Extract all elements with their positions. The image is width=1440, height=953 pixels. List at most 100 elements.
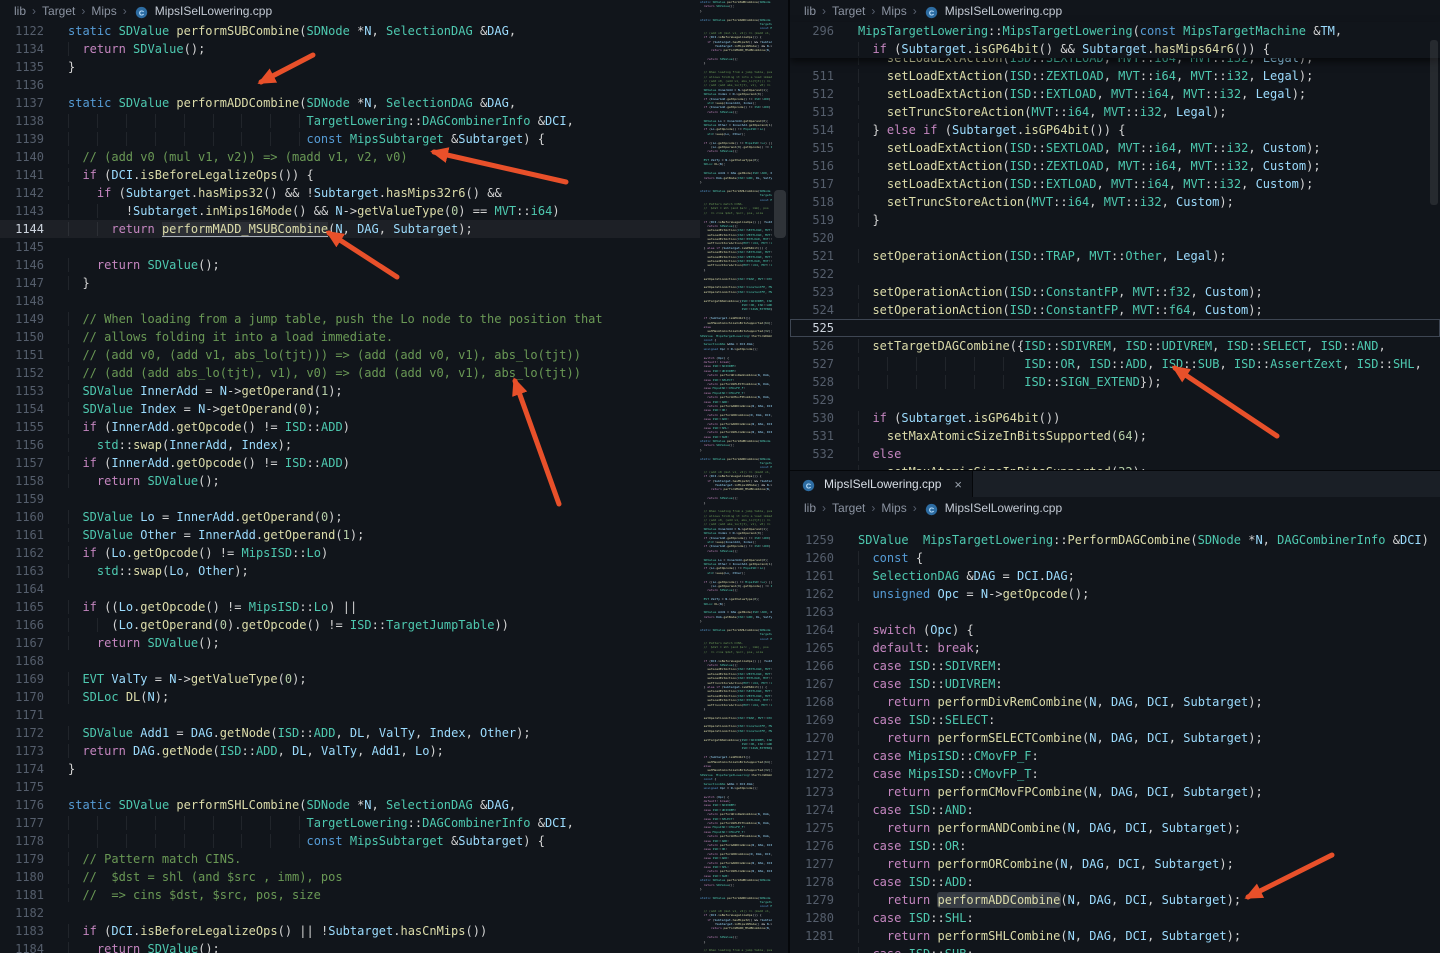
line-number[interactable]: 1152 (0, 364, 44, 382)
line-number[interactable]: 1166 (0, 616, 44, 634)
code-line[interactable]: 512 setLoadExtAction(ISD::EXTLOAD, MVT::… (790, 85, 1440, 103)
line-number[interactable]: 1281 (790, 927, 834, 945)
code-line[interactable]: 1151 // (add v0, (add v1, abs_lo(tjt))) … (0, 346, 788, 364)
line-number[interactable]: 520 (790, 229, 834, 247)
code-text[interactable]: setLoadExtAction(ISD::ZEXTLOAD, MVT::i64… (858, 157, 1321, 175)
line-number[interactable]: 522 (790, 265, 834, 283)
code-line[interactable]: 1141 if (DCI.isBeforeLegalizeOps()) { (0, 166, 788, 184)
code-text[interactable]: TargetLowering::DAGCombinerInfo &DCI, (68, 112, 574, 130)
code-text[interactable]: case ISD::ADD: (858, 873, 974, 891)
code-line[interactable]: 1158 return SDValue(); (0, 472, 788, 490)
code-text[interactable]: setOperationAction(ISD::ConstantFP, MVT:… (858, 283, 1263, 301)
code-text[interactable]: TargetLowering::DAGCombinerInfo &DCI, (68, 814, 574, 832)
code-line[interactable]: 1164 (0, 580, 788, 598)
code-text[interactable]: if (Subtarget.isGP64bit()) (858, 409, 1060, 427)
line-number[interactable]: 1148 (0, 292, 44, 310)
breadcrumb-item[interactable]: MipsISelLowering.cpp (945, 4, 1062, 18)
code-text[interactable]: case ISD::SELECT: (858, 711, 995, 729)
code-text[interactable]: case ISD::SUB: (858, 945, 974, 953)
code-text[interactable]: setTruncStoreAction(MVT::i64, MVT::i32, … (858, 193, 1234, 211)
line-number[interactable]: 530 (790, 409, 834, 427)
code-line[interactable]: 1148 (0, 292, 788, 310)
code-text[interactable]: case ISD::UDIVREM: (858, 675, 1003, 693)
code-text[interactable]: return SDValue(); (68, 940, 220, 953)
code-line[interactable]: 518 setTruncStoreAction(MVT::i64, MVT::i… (790, 193, 1440, 211)
code-text[interactable]: return SDValue(); (68, 472, 220, 490)
code-line[interactable]: 1166 (Lo.getOperand(0).getOpcode() != IS… (0, 616, 788, 634)
line-number[interactable]: 296 (790, 22, 834, 40)
line-number[interactable]: 1143 (0, 202, 44, 220)
code-text[interactable]: SDValue Index = N->getOperand(0); (68, 400, 321, 418)
sticky-line[interactable]: if (Subtarget.isGP64bit() && Subtarget.h… (790, 40, 1440, 58)
code-text[interactable]: const MipsSubtarget &Subtarget) { (68, 130, 545, 148)
code-line[interactable]: 1157 if (InnerAdd.getOpcode() != ISD::AD… (0, 454, 788, 472)
line-number[interactable]: 531 (790, 427, 834, 445)
line-number[interactable]: 1139 (0, 130, 44, 148)
line-number[interactable]: 1271 (790, 747, 834, 765)
code-line[interactable]: 1159 (0, 490, 788, 508)
line-number[interactable]: 1158 (0, 472, 44, 490)
line-number[interactable]: 1145 (0, 238, 44, 256)
line-number[interactable]: 1157 (0, 454, 44, 472)
line-number[interactable]: 1182 (0, 904, 44, 922)
code-line[interactable]: 1137static SDValue performADDCombine(SDN… (0, 94, 788, 112)
code-line[interactable]: 530 if (Subtarget.isGP64bit()) (790, 409, 1440, 427)
line-number[interactable]: 1134 (0, 40, 44, 58)
code-area[interactable]: 1122static SDValue performSUBCombine(SDN… (0, 22, 788, 953)
code-line[interactable]: 1265 default: break; (790, 639, 1440, 657)
code-line[interactable]: 513 setTruncStoreAction(MVT::i64, MVT::i… (790, 103, 1440, 121)
line-number[interactable]: 1173 (0, 742, 44, 760)
line-number[interactable]: 1150 (0, 328, 44, 346)
code-line[interactable]: 1180 // $dst = shl (and $src , imm), pos (0, 868, 788, 886)
code-text[interactable]: static SDValue performSHLCombine(SDNode … (68, 796, 516, 814)
code-text[interactable]: setLoadExtAction(ISD::SEXTLOAD, MVT::i64… (858, 139, 1321, 157)
line-number[interactable]: 1264 (790, 621, 834, 639)
code-text[interactable]: EVT ValTy = N->getValueType(0); (68, 670, 307, 688)
line-number[interactable]: 1273 (790, 783, 834, 801)
code-line[interactable]: 522 (790, 265, 1440, 283)
code-line[interactable]: 1277 return performORCombine(N, DAG, DCI… (790, 855, 1440, 873)
line-number[interactable] (790, 463, 834, 470)
code-line[interactable]: 1154 SDValue Index = N->getOperand(0); (0, 400, 788, 418)
line-number[interactable]: 1153 (0, 382, 44, 400)
line-number[interactable]: 511 (790, 67, 834, 85)
code-line[interactable]: 1163 std::swap(Lo, Other); (0, 562, 788, 580)
code-line[interactable]: 1279 return performADDCombine(N, DAG, DC… (790, 891, 1440, 909)
code-line[interactable]: 1269 case ISD::SELECT: (790, 711, 1440, 729)
code-text[interactable]: switch (Opc) { (858, 621, 974, 639)
scrollbar[interactable] (1428, 470, 1440, 953)
code-text[interactable]: setLoadExtAction(ISD::EXTLOAD, MVT::i64,… (858, 175, 1313, 193)
code-text[interactable]: (Lo.getOperand(0).getOpcode() != ISD::Ta… (68, 616, 509, 634)
line-number[interactable]: 513 (790, 103, 834, 121)
code-line[interactable]: 1261 SelectionDAG &DAG = DCI.DAG; (790, 567, 1440, 585)
tab-mipsisellowering[interactable]: C MipsISelLowering.cpp × (790, 471, 973, 497)
code-line[interactable]: 1155 if (InnerAdd.getOpcode() != ISD::AD… (0, 418, 788, 436)
code-line[interactable]: 1177 TargetLowering::DAGCombinerInfo &DC… (0, 814, 788, 832)
code-text[interactable]: return SDValue(); (68, 40, 205, 58)
line-number[interactable]: 1165 (0, 598, 44, 616)
line-number[interactable]: 524 (790, 301, 834, 319)
line-number[interactable]: 1141 (0, 166, 44, 184)
code-text[interactable]: return performADDCombine(N, DAG, DCI, Su… (858, 891, 1241, 909)
code-line[interactable]: 1160 SDValue Lo = InnerAdd.getOperand(0)… (0, 508, 788, 526)
code-text[interactable]: SDValue InnerAdd = N->getOperand(1); (68, 382, 343, 400)
code-line[interactable]: 1147 } (0, 274, 788, 292)
code-text[interactable]: else (858, 445, 901, 463)
line-number[interactable]: 1272 (790, 765, 834, 783)
line-number[interactable]: 1269 (790, 711, 834, 729)
code-text[interactable]: return performMADD_MSUBCombine(N, DAG, S… (68, 220, 473, 238)
minimap[interactable]: static SDValue performSUBCombine(SDNode … (700, 0, 772, 953)
code-text[interactable]: return SDValue(); (68, 634, 220, 652)
code-text[interactable]: if ((Lo.getOpcode() != MipsISD::Lo) || (68, 598, 357, 616)
code-line[interactable]: 526 setTargetDAGCombine({ISD::SDIVREM, I… (790, 337, 1440, 355)
code-text[interactable]: // (add v0 (mul v1, v2)) => (madd v1, v2… (68, 148, 408, 166)
line-number[interactable]: 1259 (790, 531, 834, 549)
line-number[interactable]: 1268 (790, 693, 834, 711)
line-number[interactable]: 518 (790, 193, 834, 211)
code-line[interactable]: 1136 (0, 76, 788, 94)
line-number[interactable]: 1163 (0, 562, 44, 580)
line-number[interactable]: 523 (790, 283, 834, 301)
code-line[interactable]: 1270 return performSELECTCombine(N, DAG,… (790, 729, 1440, 747)
breadcrumb-item[interactable]: lib (804, 501, 816, 515)
code-text[interactable]: if (InnerAdd.getOpcode() != ISD::ADD) (68, 454, 350, 472)
